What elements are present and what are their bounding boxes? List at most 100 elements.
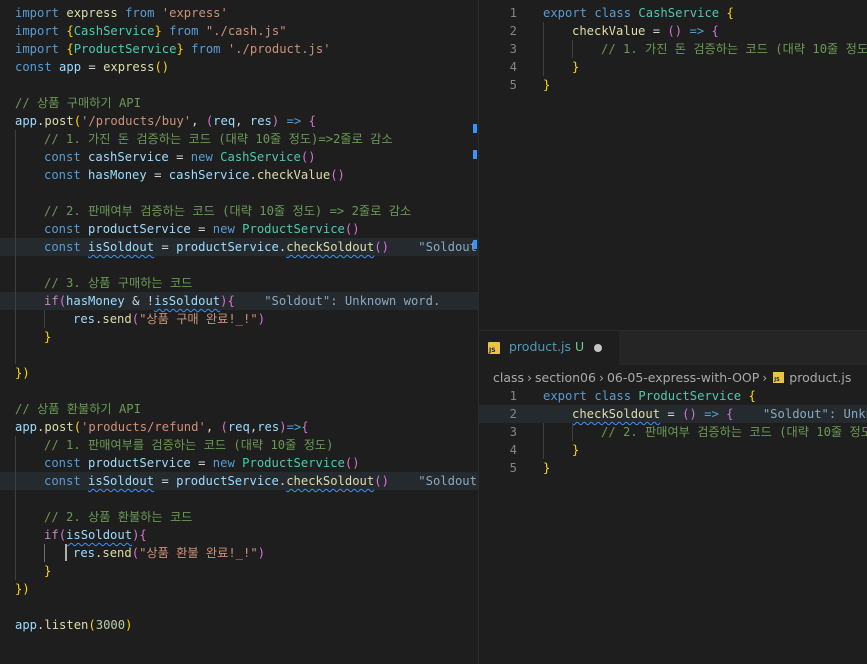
indent-guide	[44, 544, 45, 562]
code-line[interactable]: res.send("상품 환불 완료!_!")	[0, 544, 478, 562]
right-bottom-editor-pane[interactable]: JS product.js U class › section06 › 06-05-ex…	[479, 331, 867, 664]
code-line[interactable]	[0, 382, 478, 400]
code-line[interactable]: app.post('products/refund', (req,res)=>{	[0, 418, 478, 436]
code-text: const isSoldout = productService.checkSo…	[44, 238, 478, 256]
breadcrumb-item[interactable]: section06	[535, 370, 596, 385]
tab-file-name: product.js	[509, 339, 572, 354]
code-line[interactable]: 1 export class CashService {	[479, 4, 867, 22]
code-line[interactable]: const app = express()	[0, 58, 478, 76]
line-number: 2	[509, 407, 517, 421]
code-text: const cashService = new CashService()	[44, 150, 316, 164]
unsaved-dot-icon[interactable]	[594, 344, 602, 352]
breadcrumb: class › section06 › 06-05-express-with-OOP › J…	[493, 367, 851, 389]
code-area[interactable]: 1 export class ProductService {2 checkSold…	[479, 387, 867, 477]
js-file-icon: JS	[488, 342, 500, 354]
code-line[interactable]	[0, 346, 478, 364]
scrollbar-marker	[473, 150, 477, 159]
tab-status-badge: U	[575, 339, 585, 354]
code-line[interactable]: import {CashService} from "./cash.js"	[0, 22, 478, 40]
code-line[interactable]: // 상품 환불하기 API	[0, 400, 478, 418]
code-line[interactable]: })	[0, 364, 478, 382]
right-top-editor-pane[interactable]: 1 export class CashService {2 checkValue =…	[479, 0, 867, 330]
code-line[interactable]	[0, 256, 478, 274]
scrollbar-marker	[473, 240, 477, 249]
breadcrumb-item[interactable]: product.js	[789, 370, 851, 385]
code-line[interactable]: if(hasMoney & !isSoldout){ "Soldout": Un…	[0, 292, 478, 310]
code-line[interactable]: 2 checkValue = () => {	[479, 22, 867, 40]
inline-hint: "Soldout"	[388, 240, 478, 254]
code-line[interactable]: // 2. 상품 환불하는 코드	[0, 508, 478, 526]
line-number: 4	[509, 60, 517, 74]
code-text: app.post('/products/buy', (req, res) => …	[15, 114, 316, 128]
code-line[interactable]: 4}	[479, 441, 867, 459]
code-line[interactable]: const isSoldout = productService.checkSo…	[0, 472, 478, 490]
code-line[interactable]: 1 export class ProductService {	[479, 387, 867, 405]
code-text: }	[543, 461, 551, 475]
code-line[interactable]	[0, 490, 478, 508]
code-line[interactable]: const cashService = new CashService()	[0, 148, 478, 166]
code-line[interactable]: }	[0, 562, 478, 580]
inline-hint: "Soldout"	[388, 474, 478, 488]
code-line[interactable]: // 3. 상품 구매하는 코드	[0, 274, 478, 292]
line-number: 5	[509, 461, 517, 475]
code-text: // 3. 상품 구매하는 코드	[44, 276, 193, 290]
code-line[interactable]: // 1. 판매여부를 검증하는 코드 (대략 10줄 정도)	[0, 436, 478, 454]
code-text: // 상품 환불하기 API	[15, 402, 141, 416]
tab-product-js[interactable]: JS product.js U	[479, 331, 619, 365]
code-line[interactable]: if(isSoldout){	[0, 526, 478, 544]
code-line[interactable]: app.post('/products/buy', (req, res) => …	[0, 112, 478, 130]
indent-guide	[572, 423, 573, 441]
code-text: export class CashService {	[543, 6, 734, 20]
code-line[interactable]	[0, 76, 478, 94]
code-text: res.send("상품 구매 완료!_!")	[73, 312, 266, 326]
code-line[interactable]: 3 // 2. 판매여부 검증하는 코드 (대략 10줄 정도)	[479, 423, 867, 441]
code-line[interactable]: // 1. 가진 돈 검증하는 코드 (대략 10줄 정도)=>2줄로 감소	[0, 130, 478, 148]
chevron-right-icon: ›	[762, 370, 768, 385]
code-line[interactable]: 3 // 1. 가진 돈 검증하는 코드 (대략 10줄 정도)	[479, 40, 867, 58]
code-line[interactable]: 4}	[479, 58, 867, 76]
code-text: // 2. 판매여부 검증하는 코드 (대략 10줄 정도)	[601, 425, 867, 439]
code-line[interactable]: import express from 'express'	[0, 4, 478, 22]
code-line[interactable]: const productService = new ProductServic…	[0, 220, 478, 238]
code-text: if(hasMoney & !isSoldout){ "Soldout": Un…	[44, 294, 441, 308]
code-line[interactable]: const isSoldout = productService.checkSo…	[0, 238, 478, 256]
left-editor-pane[interactable]: import express from 'express' import {Cas…	[0, 0, 478, 664]
code-text: const isSoldout = productService.checkSo…	[44, 472, 478, 490]
code-line[interactable]: res.send("상품 구매 완료!_!")	[0, 310, 478, 328]
code-text: const productService = new ProductServic…	[44, 222, 360, 236]
code-text: })	[15, 366, 30, 380]
code-text: }	[44, 330, 52, 344]
indent-guide	[44, 310, 45, 328]
indent-guide	[15, 130, 16, 364]
code-line[interactable]: app.listen(3000)	[0, 616, 478, 634]
code-text: // 1. 판매여부를 검증하는 코드 (대략 10줄 정도)	[44, 438, 334, 452]
code-text: res.send("상품 환불 완료!_!")	[73, 546, 266, 560]
chevron-right-icon: ›	[598, 370, 604, 385]
code-text: }	[572, 443, 580, 457]
code-text: // 2. 상품 환불하는 코드	[44, 510, 193, 524]
breadcrumb-item[interactable]: 06-05-express-with-OOP	[607, 370, 759, 385]
code-line[interactable]: const productService = new ProductServic…	[0, 454, 478, 472]
code-line[interactable]: })	[0, 580, 478, 598]
code-line[interactable]: 2 checkSoldout = () => { "Soldout": Unkno…	[479, 405, 867, 423]
code-line[interactable]	[0, 598, 478, 616]
code-line[interactable]: // 상품 구매하기 API	[0, 94, 478, 112]
code-line[interactable]: import {ProductService} from './product.…	[0, 40, 478, 58]
line-number: 2	[509, 24, 517, 38]
code-line[interactable]	[0, 184, 478, 202]
code-text: const productService = new ProductServic…	[44, 456, 360, 470]
code-line[interactable]: 5}	[479, 459, 867, 477]
code-text: }	[44, 564, 52, 578]
code-line[interactable]: }	[0, 328, 478, 346]
code-line[interactable]: 5}	[479, 76, 867, 94]
breadcrumb-item[interactable]: class	[493, 370, 524, 385]
code-area[interactable]: import express from 'express' import {Cas…	[0, 4, 478, 634]
code-text: }	[572, 60, 580, 74]
code-text: export class ProductService {	[543, 389, 756, 403]
indent-guide	[15, 436, 16, 580]
code-line[interactable]: const hasMoney = cashService.checkValue(…	[0, 166, 478, 184]
code-area[interactable]: 1 export class CashService {2 checkValue =…	[479, 4, 867, 94]
scrollbar-marker	[473, 124, 477, 133]
indent-guide	[572, 40, 573, 58]
code-line[interactable]: // 2. 판매여부 검증하는 코드 (대략 10줄 정도) => 2줄로 감소	[0, 202, 478, 220]
